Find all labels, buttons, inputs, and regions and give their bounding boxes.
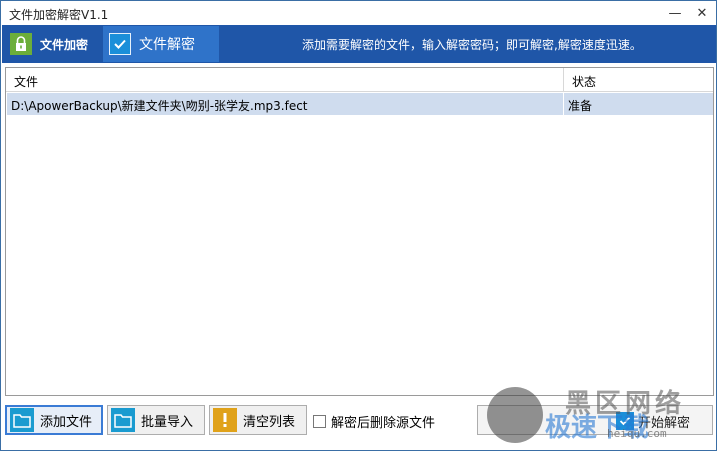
tab-decrypt[interactable]: 文件解密 xyxy=(103,26,219,62)
window-title: 文件加密解密V1.1 xyxy=(9,8,109,22)
add-file-label: 添加文件 xyxy=(40,414,93,430)
header-bar: 文件加密 文件解密 添加需要解密的文件，输入解密密码；即可解密,解密速度迅速。 xyxy=(2,25,716,63)
delete-source-checkbox[interactable] xyxy=(313,415,326,428)
file-path-cell: D:\ApowerBackup\新建文件夹\吻别-张学友.mp3.fect xyxy=(11,99,308,113)
start-decrypt-button[interactable]: 开始解密 xyxy=(477,405,713,435)
minimize-icon[interactable]: — xyxy=(663,3,687,23)
folder-icon xyxy=(10,408,34,432)
tab-encrypt[interactable]: 文件加密 xyxy=(4,26,102,62)
column-header-file[interactable]: 文件 xyxy=(14,73,38,90)
status-cell: 准备 xyxy=(568,99,593,113)
check-icon xyxy=(616,412,634,430)
add-file-button[interactable]: 添加文件 xyxy=(5,405,103,435)
close-icon[interactable]: ✕ xyxy=(690,3,714,23)
clear-list-label: 清空列表 xyxy=(243,414,296,430)
delete-source-option[interactable]: 解密后删除源文件 xyxy=(313,412,435,431)
column-divider[interactable] xyxy=(563,68,564,92)
lock-icon xyxy=(10,33,32,55)
list-header: 文件 状态 xyxy=(6,68,713,92)
tab-decrypt-label: 文件解密 xyxy=(139,37,195,53)
check-icon xyxy=(109,33,131,55)
file-list[interactable]: 文件 状态 D:\ApowerBackup\新建文件夹\吻别-张学友.mp3.f… xyxy=(5,67,714,396)
delete-source-label: 解密后删除源文件 xyxy=(331,416,436,431)
folder-icon xyxy=(111,408,135,432)
tab-encrypt-label: 文件加密 xyxy=(40,37,89,52)
batch-import-button[interactable]: 批量导入 xyxy=(107,405,205,435)
cell-divider xyxy=(563,93,564,115)
batch-import-label: 批量导入 xyxy=(141,414,194,430)
column-header-status[interactable]: 状态 xyxy=(572,73,596,90)
title-bar: 文件加密解密V1.1 — ✕ xyxy=(1,1,716,25)
table-row[interactable]: D:\ApowerBackup\新建文件夹\吻别-张学友.mp3.fect 准备 xyxy=(7,93,713,115)
start-decrypt-label: 开始解密 xyxy=(638,416,691,431)
bottom-toolbar: 添加文件 批量导入 清空列表 解密后删除源文件 开始解密 xyxy=(1,401,716,441)
instruction-text: 添加需要解密的文件，输入解密密码；即可解密,解密速度迅速。 xyxy=(302,38,642,52)
clear-list-button[interactable]: 清空列表 xyxy=(209,405,307,435)
app-window: 文件加密解密V1.1 — ✕ 文件加密 文件解密 添加需要解密的文件，输入解密密… xyxy=(0,0,717,451)
warning-icon xyxy=(213,408,237,432)
